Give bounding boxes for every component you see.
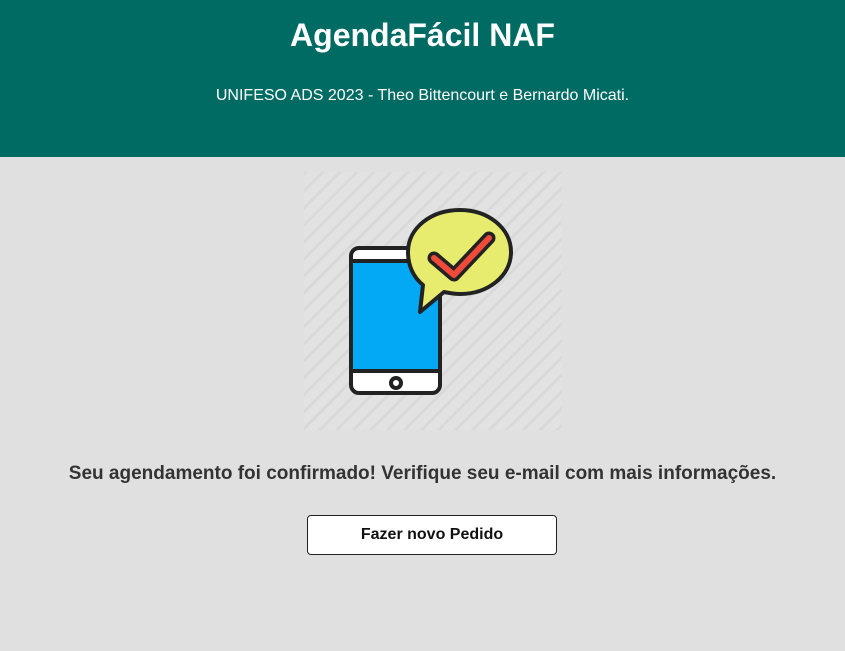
page-header: AgendaFácil NAF UNIFESO ADS 2023 - Theo … — [0, 0, 845, 157]
new-order-button[interactable]: Fazer novo Pedido — [307, 515, 557, 555]
app-title: AgendaFácil NAF — [290, 17, 555, 53]
app-subtitle: UNIFESO ADS 2023 - Theo Bittencourt e Be… — [215, 87, 630, 104]
confirmation-message: Seu agendamento foi confirmado! Verifiqu… — [68, 463, 777, 484]
phone-chat-checkmark-icon — [304, 172, 562, 430]
